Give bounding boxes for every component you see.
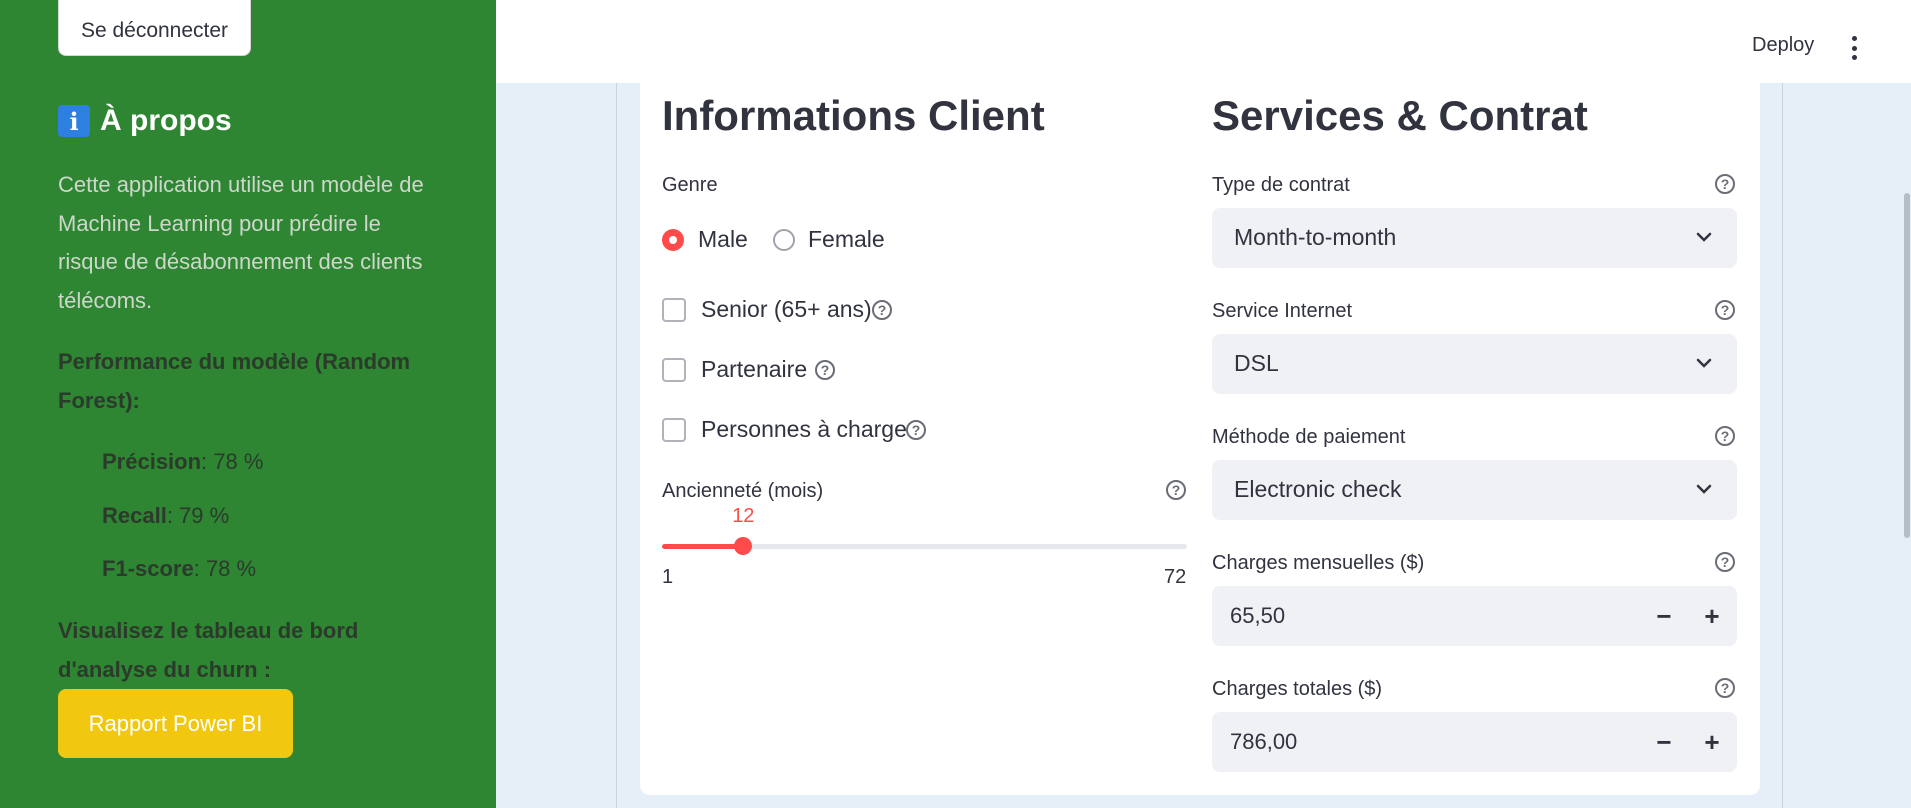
help-icon[interactable]: ?: [1166, 480, 1186, 500]
radio-male[interactable]: [662, 229, 684, 251]
increment-button[interactable]: +: [1688, 712, 1736, 772]
dependents-checkbox[interactable]: [662, 418, 686, 442]
powerbi-report-button[interactable]: Rapport Power BI: [58, 689, 293, 758]
total-charges-label: Charges totales ($): [1212, 678, 1383, 700]
total-charges-input[interactable]: 786,00 − +: [1212, 712, 1737, 772]
sidebar: Se déconnecter i À propos Cette applicat…: [0, 0, 496, 808]
client-section-title: Informations Client: [662, 92, 1045, 139]
help-icon[interactable]: ?: [815, 360, 835, 380]
column-divider: [1782, 83, 1783, 808]
dashboard-title: Visualisez le tableau de bord d'analyse …: [58, 618, 359, 682]
help-icon[interactable]: ?: [1715, 174, 1735, 194]
metric-name: Précision: [102, 449, 202, 474]
number-value: 65,50: [1230, 603, 1286, 628]
chevron-down-icon: [1696, 232, 1712, 242]
radio-female-label[interactable]: Female: [808, 226, 885, 253]
help-icon[interactable]: ?: [1715, 678, 1735, 698]
slider-value: 12: [732, 505, 755, 527]
metric-recall: Recall: 79 %: [102, 503, 229, 529]
help-icon[interactable]: ?: [1715, 300, 1735, 320]
column-divider: [616, 83, 617, 808]
tenure-slider[interactable]: 12: [662, 505, 1187, 555]
metric-value: : 79 %: [166, 503, 230, 528]
kebab-menu-icon[interactable]: [1850, 36, 1858, 60]
logout-button[interactable]: Se déconnecter: [58, 0, 251, 56]
top-header: [496, 0, 1911, 83]
partner-checkbox[interactable]: [662, 358, 686, 382]
tenure-label: Ancienneté (mois): [662, 480, 824, 502]
about-heading: i À propos: [58, 104, 232, 138]
senior-checkbox[interactable]: [662, 298, 686, 322]
senior-label[interactable]: Senior (65+ ans): [701, 296, 872, 323]
radio-female[interactable]: [773, 229, 795, 251]
increment-button[interactable]: +: [1688, 586, 1736, 646]
metric-precision: Précision: 78 %: [102, 449, 263, 475]
slider-min: 1: [662, 566, 674, 588]
scrollbar[interactable]: [1904, 193, 1910, 538]
chevron-down-icon: [1696, 484, 1712, 494]
help-icon[interactable]: ?: [872, 300, 892, 320]
metric-value: : 78 %: [193, 556, 257, 581]
contract-select[interactable]: Month-to-month: [1212, 208, 1737, 268]
partner-label[interactable]: Partenaire: [701, 356, 807, 383]
decrement-button[interactable]: −: [1640, 586, 1688, 646]
monthly-charges-input[interactable]: 65,50 − +: [1212, 586, 1737, 646]
select-value: Electronic check: [1234, 476, 1402, 502]
help-icon[interactable]: ?: [906, 420, 926, 440]
services-section-title: Services & Contrat: [1212, 92, 1588, 139]
metric-name: F1-score: [102, 556, 194, 581]
performance-title: Performance du modèle (Random Forest):: [58, 349, 411, 413]
chevron-down-icon: [1696, 358, 1712, 368]
slider-fill: [662, 544, 744, 549]
info-icon: i: [58, 105, 90, 137]
help-icon[interactable]: ?: [1715, 552, 1735, 572]
about-description: Cette application utilise un modèle de M…: [58, 172, 424, 313]
metric-f1: F1-score: 78 %: [102, 556, 256, 582]
internet-select[interactable]: DSL: [1212, 334, 1737, 394]
contract-label: Type de contrat: [1212, 174, 1350, 196]
decrement-button[interactable]: −: [1640, 712, 1688, 772]
metric-name: Recall: [102, 503, 167, 528]
number-value: 786,00: [1230, 729, 1298, 754]
monthly-charges-label: Charges mensuelles ($): [1212, 552, 1425, 574]
select-value: Month-to-month: [1234, 224, 1397, 250]
select-value: DSL: [1234, 350, 1279, 376]
payment-select[interactable]: Electronic check: [1212, 460, 1737, 520]
deploy-button[interactable]: Deploy: [1752, 34, 1814, 57]
slider-max: 72: [1164, 566, 1187, 588]
gender-label: Genre: [662, 174, 718, 196]
internet-label: Service Internet: [1212, 300, 1353, 322]
help-icon[interactable]: ?: [1715, 426, 1735, 446]
radio-male-label[interactable]: Male: [698, 226, 748, 253]
about-title: À propos: [100, 104, 232, 137]
dependents-label[interactable]: Personnes à charge: [701, 416, 907, 443]
payment-label: Méthode de paiement: [1212, 426, 1406, 448]
metric-value: : 78 %: [201, 449, 264, 474]
